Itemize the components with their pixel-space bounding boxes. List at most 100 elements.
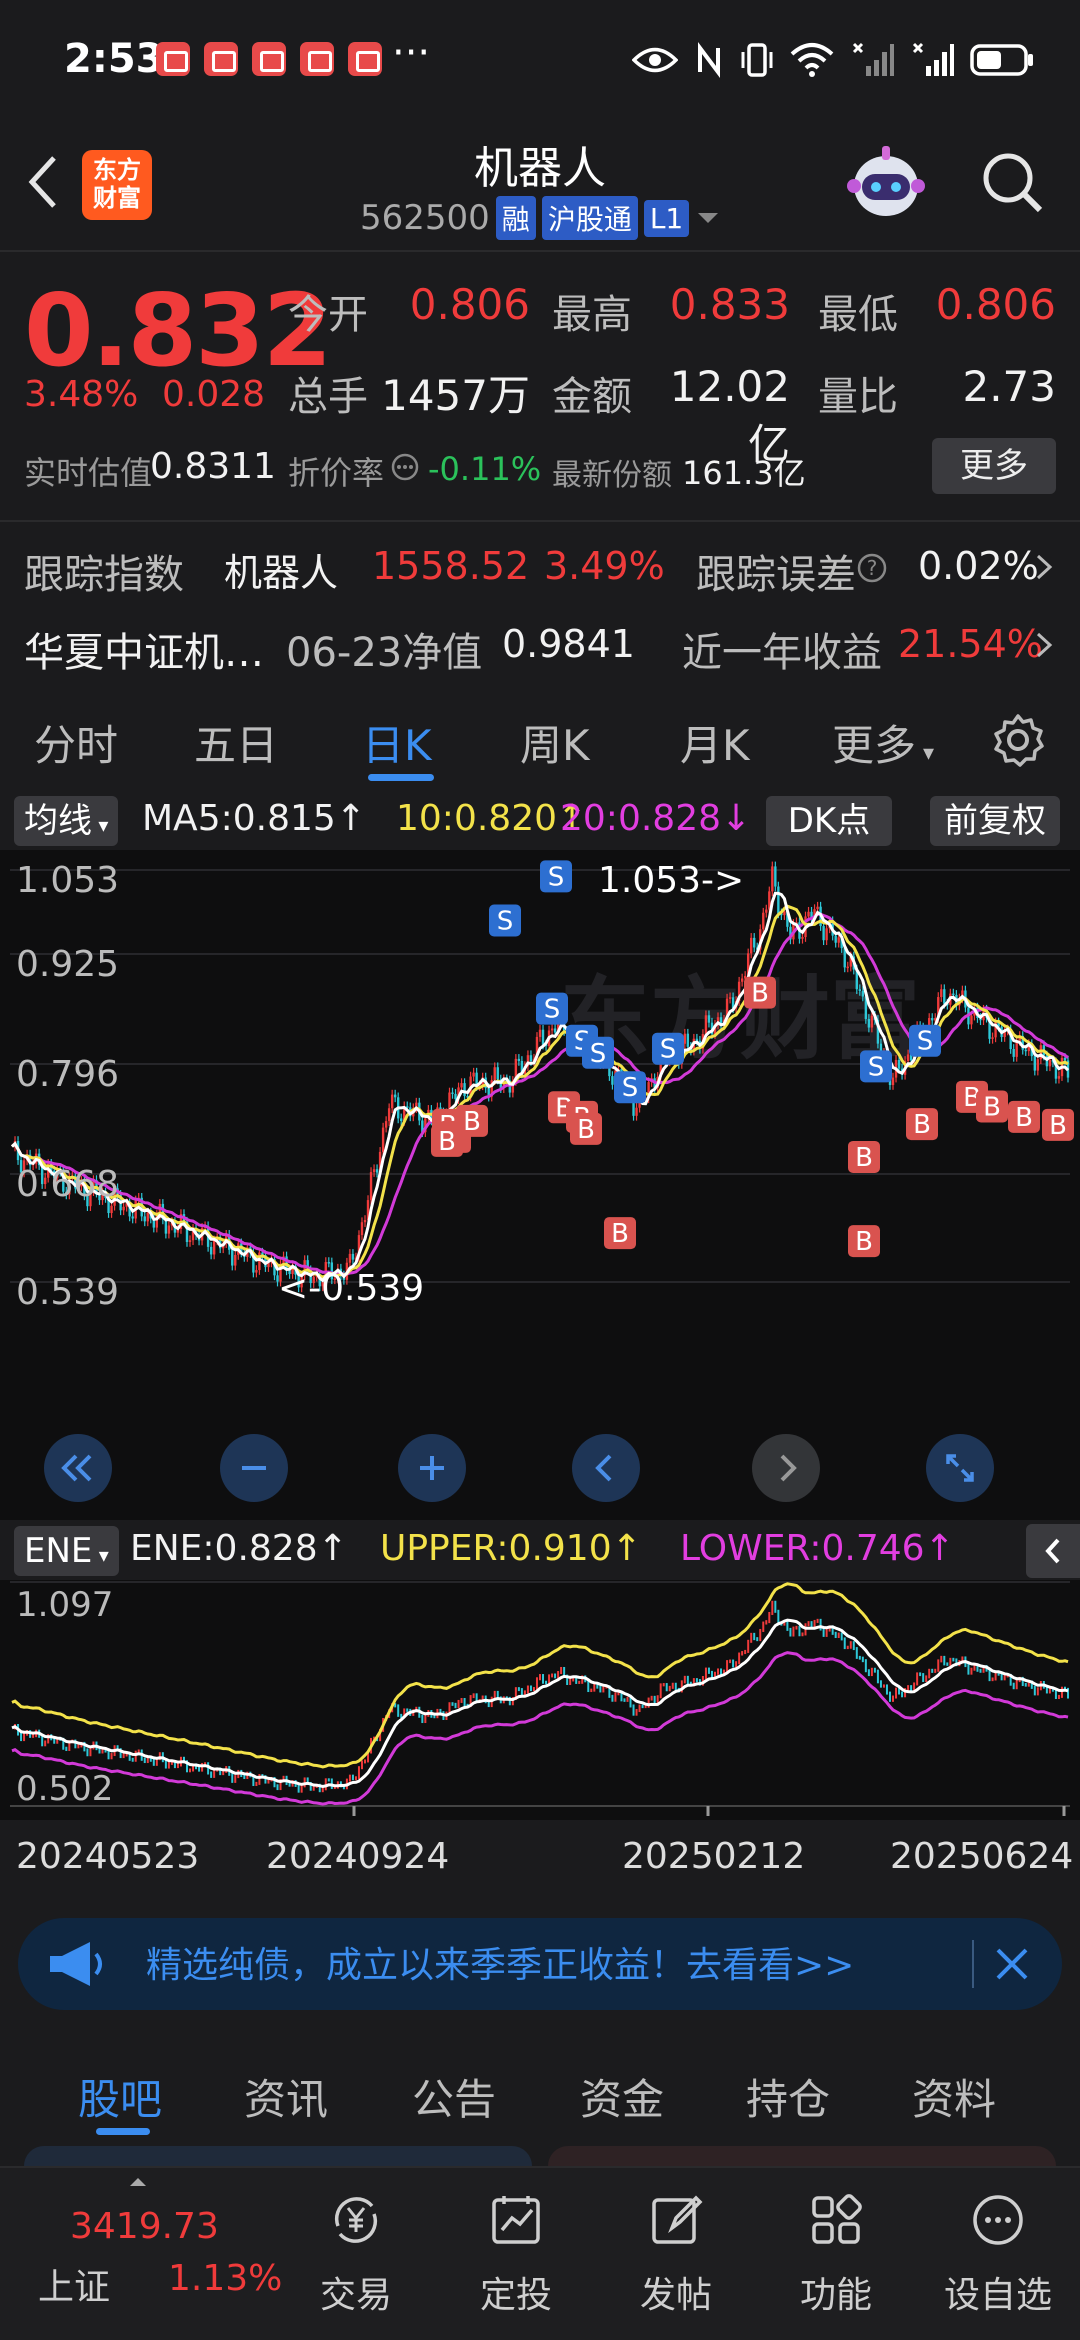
candle-body: [131, 1216, 134, 1219]
more-dots-icon: [973, 2195, 1023, 2245]
ene-candle: [1015, 1679, 1018, 1690]
info-icon[interactable]: [390, 452, 420, 482]
nav-trade[interactable]: 交易: [286, 2168, 426, 2340]
volume-label: 总手: [288, 374, 368, 420]
price-chart-area: 东方财富 SSSSSSSSSBBBBBBBBBBBBBBBB 1.053 0.9…: [10, 860, 1074, 1310]
tab-forum[interactable]: 股吧: [78, 2066, 162, 2127]
fullscreen-button[interactable]: [926, 1434, 994, 1502]
nav-label: 06-23净值: [286, 630, 483, 676]
candle-body: [870, 1015, 874, 1028]
candle-body: [728, 997, 732, 999]
nav-add-watchlist[interactable]: 设自选: [928, 2168, 1068, 2340]
ene-candle: [86, 1748, 89, 1757]
adjust-button[interactable]: 前复权: [930, 796, 1060, 846]
ene-candle: [683, 1675, 686, 1684]
marker-letter: B: [855, 1143, 873, 1173]
notification-icon: [204, 42, 238, 76]
ene-candle: [20, 1732, 23, 1742]
search-icon[interactable]: [978, 148, 1048, 218]
ene-candle: [44, 1740, 47, 1747]
ene-candle: [406, 1708, 409, 1712]
marker-letter: S: [497, 906, 514, 936]
collapse-indicator-button[interactable]: [1026, 1524, 1080, 1578]
ene-candle: [554, 1673, 557, 1679]
candle-body: [454, 1093, 457, 1100]
eastmoney-logo[interactable]: 东方 财富: [82, 150, 152, 220]
ene-candle: [738, 1652, 741, 1665]
ma-selector[interactable]: 均线 ▾: [14, 796, 119, 846]
max-price-marker: 1.053->: [598, 860, 744, 901]
ene-candle: [635, 1709, 638, 1716]
back-arrow-icon[interactable]: [24, 152, 64, 212]
ene-candle: [895, 1687, 898, 1699]
tab-capital[interactable]: 资金: [580, 2066, 664, 2127]
content-tabs: 股吧 资讯 公告 资金 持仓 资料: [0, 2030, 1080, 2150]
dk-point-button[interactable]: DK点: [766, 796, 892, 846]
fund-row[interactable]: 华夏中证机… 06-23净值 0.9841 近一年收益 21.54%: [0, 602, 1080, 682]
tab-five-day[interactable]: 五日: [194, 712, 278, 773]
ene-candle: [535, 1677, 538, 1691]
ene-candle: [970, 1667, 973, 1675]
ene-candle: [786, 1620, 789, 1631]
candle-body: [390, 1094, 394, 1109]
tab-news[interactable]: 资讯: [244, 2066, 328, 2127]
ene-candle: [789, 1627, 792, 1637]
zoom-in-button[interactable]: [398, 1434, 466, 1502]
tab-monthly-k[interactable]: 月K: [680, 712, 750, 773]
nav-post-label: 发帖: [639, 2275, 712, 2316]
tab-weekly-k[interactable]: 周K: [520, 712, 590, 773]
settings-gear-icon[interactable]: [990, 712, 1046, 768]
active-tab-indicator: [96, 2128, 150, 2135]
scroll-left-fast-button[interactable]: [44, 1434, 112, 1502]
ene-candle: [539, 1674, 541, 1681]
candle-body: [360, 1222, 364, 1236]
candle-body: [762, 912, 765, 930]
error-label: 跟踪误差: [696, 552, 856, 598]
candle-body: [750, 937, 753, 954]
nav-post[interactable]: 发帖: [606, 2168, 746, 2340]
nav-trade-label: 交易: [319, 2275, 392, 2316]
year-return-label: 近一年收益: [682, 630, 882, 676]
more-button[interactable]: 更多: [932, 438, 1056, 494]
stock-code-line[interactable]: 562500 融 沪股通 L1: [360, 196, 721, 240]
scroll-right-button[interactable]: [752, 1434, 820, 1502]
tab-holdings[interactable]: 持仓: [746, 2066, 830, 2127]
close-icon[interactable]: [990, 1942, 1034, 1986]
promo-banner[interactable]: 精选纯债，成立以来季季正收益！去看看>>: [18, 1918, 1062, 2010]
ene-candle: [234, 1775, 237, 1783]
ene-candle: [276, 1784, 279, 1791]
active-tab-indicator: [368, 774, 434, 781]
market-index-widget[interactable]: 3419.73 上证 1.13%: [0, 2168, 290, 2340]
tab-announcements[interactable]: 公告: [412, 2066, 496, 2127]
zoom-out-button[interactable]: [220, 1434, 288, 1502]
kline-chart[interactable]: 均线 ▾ MA5:0.815↑ 10:0.820↑ 20:0.828↓ DK点 …: [0, 790, 1080, 1900]
ene-candle: [919, 1672, 922, 1677]
ene-candle: [756, 1637, 759, 1642]
track-index-row[interactable]: 跟踪指数 机器人 1558.52 3.49% 跟踪误差 ? 0.02%: [0, 522, 1080, 602]
ene-candle: [327, 1778, 330, 1782]
ene-candle: [949, 1657, 952, 1666]
tab-profile[interactable]: 资料: [912, 2066, 996, 2127]
ene-candle: [1057, 1694, 1060, 1700]
lower-value: LOWER:0.746↑: [680, 1528, 955, 1569]
robot-avatar[interactable]: [846, 140, 926, 224]
battery-icon: [970, 44, 1033, 76]
system-icons: [632, 36, 1034, 84]
ene-candle: [321, 1787, 324, 1793]
nav-fixed-invest[interactable]: 定投: [446, 2168, 586, 2340]
tab-intraday[interactable]: 分时: [34, 712, 118, 773]
candle-body: [783, 911, 786, 916]
ene-candle: [747, 1639, 750, 1653]
candle-body: [858, 989, 862, 991]
eye-icon: [632, 47, 678, 73]
scroll-left-button[interactable]: [572, 1434, 640, 1502]
help-icon[interactable]: ?: [856, 552, 888, 584]
ene-selector[interactable]: ENE ▾: [14, 1526, 119, 1576]
nav-functions[interactable]: 功能: [766, 2168, 906, 2340]
ene-candle: [979, 1668, 982, 1673]
tab-more[interactable]: 更多 ▾: [832, 712, 934, 773]
iopv-label: 实时估值: [24, 454, 153, 492]
ene-candle: [943, 1655, 946, 1666]
tab-daily-k[interactable]: 日K: [362, 712, 432, 773]
ene-candle: [659, 1683, 662, 1699]
